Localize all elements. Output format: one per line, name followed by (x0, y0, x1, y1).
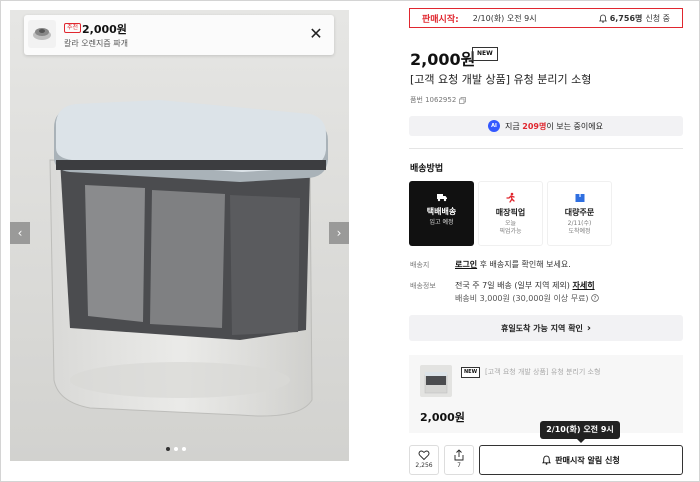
notify-label: 판매시작 알림 신청 (555, 455, 620, 465)
holiday-arrival-label: 휴일도착 가능 지역 확인 (500, 323, 583, 333)
action-row: 2,256 7 판매시작 알림 신청 (409, 445, 683, 475)
viewers-suffix: 이 보는 중이에요 (546, 121, 603, 131)
shipping-option-sub: 오늘 (504, 220, 517, 227)
toast-badge: 추천 (64, 23, 82, 33)
shipping-option-bulk[interactable]: 대량주문 2/11(수) 도착예정 (547, 181, 612, 246)
shipping-option-sub: 2/11(수) (567, 220, 592, 227)
subscriber-count: 6,756명 신청 중 (598, 13, 670, 24)
chevron-left-icon: ‹ (17, 226, 23, 240)
product-thumb-image (424, 372, 448, 394)
shipping-option-delivery[interactable]: 택배배송 입고 예정 (409, 181, 474, 246)
subscriber-suffix: 신청 중 (645, 14, 670, 23)
chevron-right-icon: › (336, 226, 342, 240)
shipping-info-value: 전국 주 7일 배송 (일부 지역 제외) 자세히 (455, 280, 595, 291)
live-viewers-box: AI 지금 209명 이 보는 중이에요 (409, 116, 683, 136)
bell-icon (598, 14, 607, 23)
product-number-text: 품번 1062952 (410, 96, 457, 104)
product-price: 2,000원 (410, 50, 476, 69)
product-number[interactable]: 품번 1062952 (410, 95, 467, 105)
copy-icon[interactable] (459, 96, 467, 104)
svg-text:?: ? (594, 296, 597, 302)
like-count: 2,256 (415, 462, 433, 469)
shipping-fee-text: 배송비 3,000원 (30,000원 이상 무료) (455, 294, 589, 303)
help-icon[interactable]: ? (591, 294, 599, 302)
destination-value: 로그인 후 배송지를 확인해 보세요. (455, 259, 571, 270)
notify-sale-start-button[interactable]: 판매시작 알림 신청 (479, 445, 683, 475)
next-image-button[interactable]: › (329, 222, 349, 244)
product-photo (10, 10, 349, 461)
destination-text: 후 배송지를 확인해 보세요. (479, 260, 571, 269)
mini-title: [고객 요청 개발 상품] 유청 분리기 소형 (485, 368, 601, 376)
mini-new-badge: NEW (461, 367, 481, 378)
new-badge: NEW (472, 47, 498, 61)
share-button[interactable]: 7 (444, 445, 474, 475)
shipping-option-label: 대량주문 (564, 208, 595, 217)
shipping-info-text: 전국 주 7일 배송 (일부 지역 제외) (455, 281, 570, 290)
holiday-arrival-check-button[interactable]: 휴일도착 가능 지역 확인 › (409, 315, 683, 341)
ai-icon: AI (488, 120, 500, 132)
box-icon (575, 194, 584, 202)
juicer-icon (33, 28, 51, 40)
shipping-option-sub2: 도착예정 (568, 228, 591, 235)
shipping-option-sub: 입고 예정 (429, 219, 454, 226)
product-title: [고객 요청 개발 상품] 유청 분리기 소형 (410, 73, 592, 86)
details-link[interactable]: 자세히 (572, 281, 594, 290)
shipping-heading: 배송방법 (410, 164, 444, 174)
mini-thumbnail (420, 365, 452, 397)
section-divider (409, 148, 683, 149)
gallery-dot[interactable] (182, 447, 186, 451)
toast-thumbnail (28, 20, 56, 48)
shipping-option-label: 택배배송 (426, 207, 457, 216)
sale-start-label: 판매시작: (422, 14, 459, 25)
shipping-option-label: 매장픽업 (495, 208, 526, 217)
chevron-right-icon: › (586, 322, 592, 334)
recommend-toast[interactable]: 추천 2,000원 칼라 오렌지즙 짜개 ✕ (24, 15, 334, 55)
login-link[interactable]: 로그인 (455, 260, 477, 269)
shipping-fee: 배송비 3,000원 (30,000원 이상 무료) ? (455, 293, 599, 304)
shipping-option-pickup[interactable]: 매장픽업 오늘 픽업가능 (478, 181, 543, 246)
gallery-dot[interactable] (166, 447, 170, 451)
toast-product-name: 칼라 오렌지즙 짜개 (64, 39, 128, 48)
toast-price: 2,000원 (82, 23, 127, 36)
running-person-icon (505, 192, 515, 203)
share-icon (454, 449, 464, 461)
mini-price: 2,000원 (420, 411, 465, 424)
like-button[interactable]: 2,256 (409, 445, 439, 475)
truck-icon (436, 194, 447, 202)
close-icon[interactable]: ✕ (306, 24, 326, 44)
sale-start-bar: 판매시작: 2/10(화) 오전 9시 6,756명 신청 중 (409, 8, 683, 28)
heart-icon (418, 450, 430, 461)
viewers-prefix: 지금 (505, 121, 520, 131)
gallery-dot[interactable] (174, 447, 178, 451)
bell-icon (542, 455, 552, 465)
shipping-info-label: 배송정보 (410, 282, 436, 290)
subscriber-number: 6,756명 (609, 14, 643, 23)
gallery-dots (166, 447, 186, 451)
viewers-count: 209명 (522, 121, 547, 131)
product-image-gallery[interactable] (10, 10, 349, 461)
sale-start-tooltip: 2/10(화) 오전 9시 (540, 421, 620, 443)
prev-image-button[interactable]: ‹ (10, 222, 30, 244)
destination-label: 배송지 (410, 261, 430, 269)
share-count: 7 (457, 462, 461, 469)
shipping-option-sub2: 픽업가능 (499, 228, 522, 235)
sale-start-date: 2/10(화) 오전 9시 (472, 13, 537, 23)
